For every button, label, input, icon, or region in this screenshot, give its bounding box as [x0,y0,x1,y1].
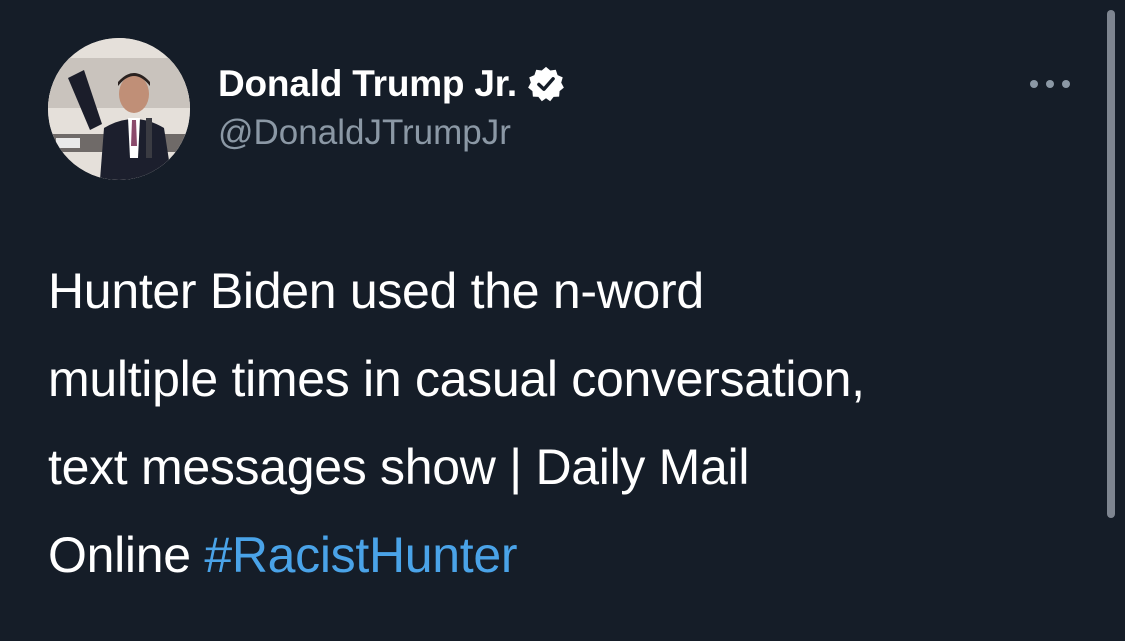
avatar[interactable] [48,38,190,180]
author-display-name[interactable]: Donald Trump Jr. [218,63,517,105]
author-handle[interactable]: @DonaldJTrumpJr [218,113,511,153]
tweet-text: Hunter Biden used the n-word multiple ti… [48,247,1078,599]
tweet-card: Donald Trump Jr. @DonaldJTrumpJr Hunter … [0,0,1125,641]
more-options-icon[interactable] [1026,72,1074,96]
author-name-row[interactable]: Donald Trump Jr. [218,62,565,106]
avatar-photo [48,38,190,180]
tweet-text-online: Online [48,527,191,583]
verified-badge-icon [528,66,564,102]
tweet-text-line: text messages show | Daily Mail [48,439,750,495]
tweet-text-last-line: Online #RacistHunter [48,511,1078,599]
scrollbar[interactable] [1107,10,1115,518]
hashtag-link[interactable]: #RacistHunter [204,527,517,583]
tweet-text-line: Hunter Biden used the n-word [48,263,704,319]
tweet-text-line: multiple times in casual conversation, [48,351,865,407]
